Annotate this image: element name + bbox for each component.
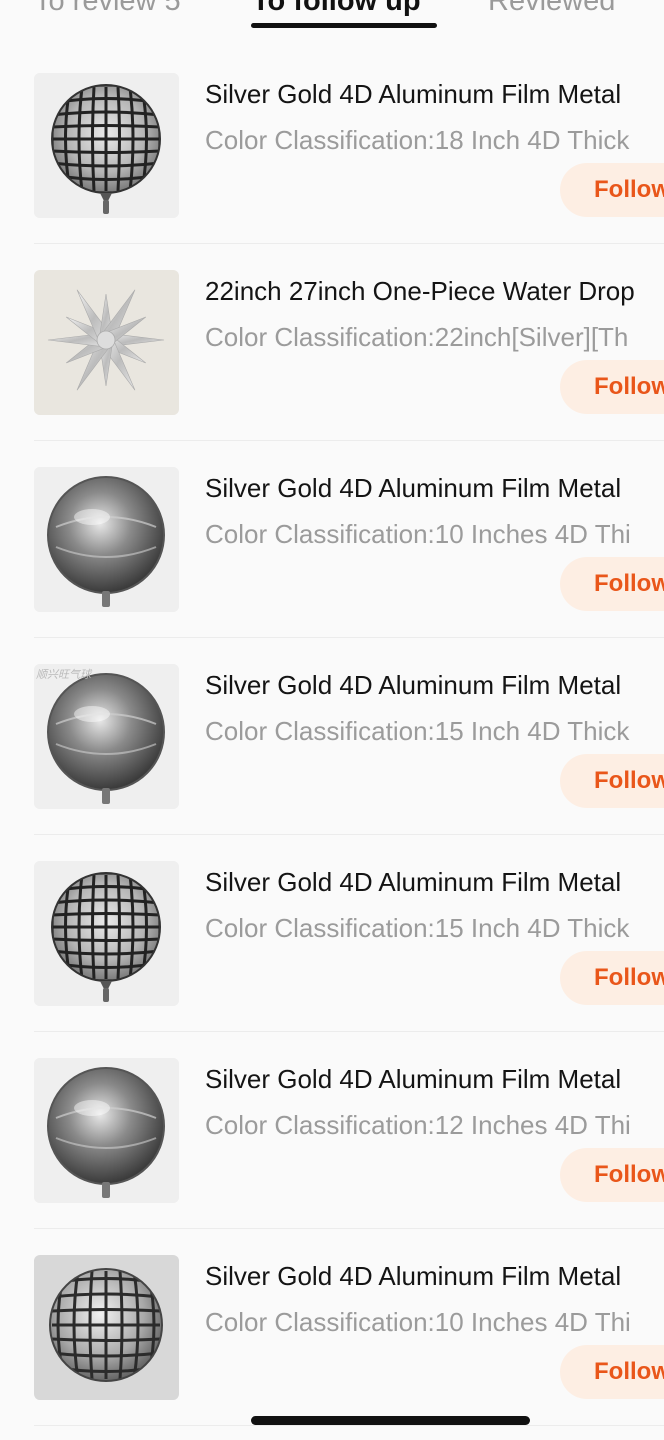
follow-up-button[interactable]: Follow: [560, 360, 664, 414]
tab-to-review[interactable]: To review 5: [34, 0, 181, 18]
page: To review 5 To follow up Reviewed Silver…: [0, 0, 664, 1440]
divider: [34, 1425, 664, 1426]
product-spec: Color Classification:10 Inches 4D Thi: [205, 519, 631, 549]
image-watermark: 顺兴旺气球: [36, 668, 91, 681]
product-spec: Color Classification:15 Inch 4D Thick: [205, 913, 630, 943]
list-item[interactable]: 顺兴旺气球 Silver Gold 4D Aluminum Film Metal…: [0, 638, 664, 835]
product-title[interactable]: Silver Gold 4D Aluminum Film Metal: [205, 1062, 621, 1096]
product-thumbnail[interactable]: [34, 270, 179, 415]
balloon-image: [34, 1058, 179, 1203]
tab-bar: To review 5 To follow up Reviewed: [0, 0, 664, 40]
product-title[interactable]: Silver Gold 4D Aluminum Film Metal: [205, 1259, 621, 1293]
follow-up-button[interactable]: Follow: [560, 754, 664, 808]
balloon-image: [34, 664, 179, 809]
list-item[interactable]: Silver Gold 4D Aluminum Film Metal Color…: [0, 1032, 664, 1229]
product-thumbnail[interactable]: 顺兴旺气球: [34, 664, 179, 809]
follow-up-button[interactable]: Follow: [560, 1345, 664, 1399]
product-title[interactable]: Silver Gold 4D Aluminum Film Metal: [205, 865, 621, 899]
product-thumbnail[interactable]: [34, 1255, 179, 1400]
product-spec: Color Classification:12 Inches 4D Thi: [205, 1110, 631, 1140]
balloon-image: [34, 467, 179, 612]
product-spec: Color Classification:10 Inches 4D Thi: [205, 1307, 631, 1337]
product-thumbnail[interactable]: [34, 1058, 179, 1203]
product-title[interactable]: Silver Gold 4D Aluminum Film Metal: [205, 668, 621, 702]
product-thumbnail[interactable]: [34, 467, 179, 612]
balloon-image: [34, 1255, 179, 1400]
product-title[interactable]: Silver Gold 4D Aluminum Film Metal: [205, 471, 621, 505]
balloon-image: [34, 73, 179, 218]
tab-to-follow-up[interactable]: To follow up: [252, 0, 421, 18]
product-spec: Color Classification:18 Inch 4D Thick: [205, 125, 630, 155]
product-list: Silver Gold 4D Aluminum Film Metal Color…: [0, 47, 664, 1426]
home-indicator[interactable]: [251, 1416, 530, 1425]
product-title[interactable]: 22inch 27inch One-Piece Water Drop: [205, 274, 635, 308]
list-item[interactable]: Silver Gold 4D Aluminum Film Metal Color…: [0, 441, 664, 638]
active-tab-indicator: [251, 23, 437, 28]
tab-reviewed[interactable]: Reviewed: [488, 0, 615, 18]
product-thumbnail[interactable]: [34, 73, 179, 218]
follow-up-button[interactable]: Follow: [560, 951, 664, 1005]
follow-up-button[interactable]: Follow: [560, 163, 664, 217]
product-spec: Color Classification:15 Inch 4D Thick: [205, 716, 630, 746]
list-item[interactable]: Silver Gold 4D Aluminum Film Metal Color…: [0, 1229, 664, 1426]
balloon-image: [34, 270, 179, 415]
list-item[interactable]: 22inch 27inch One-Piece Water Drop Color…: [0, 244, 664, 441]
product-title[interactable]: Silver Gold 4D Aluminum Film Metal: [205, 77, 621, 111]
balloon-image: [34, 861, 179, 1006]
product-spec: Color Classification:22inch[Silver][Th: [205, 322, 629, 352]
follow-up-button[interactable]: Follow: [560, 557, 664, 611]
list-item[interactable]: Silver Gold 4D Aluminum Film Metal Color…: [0, 47, 664, 244]
list-item[interactable]: Silver Gold 4D Aluminum Film Metal Color…: [0, 835, 664, 1032]
follow-up-button[interactable]: Follow: [560, 1148, 664, 1202]
product-thumbnail[interactable]: [34, 861, 179, 1006]
